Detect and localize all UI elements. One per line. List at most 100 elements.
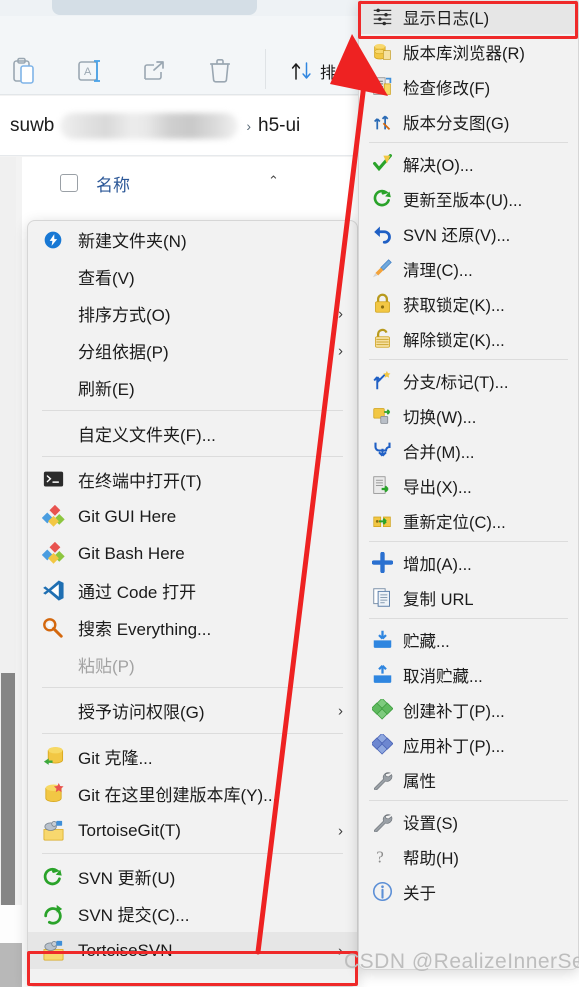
toolbar-divider: [265, 49, 266, 89]
menu-item-terminal[interactable]: 在终端中打开(T): [28, 461, 357, 498]
navigation-scrollbar-track[interactable]: [0, 157, 16, 987]
menu-item-label: 在终端中打开(T): [78, 472, 202, 491]
menu-separator: [369, 541, 568, 542]
refresh-icon: [38, 375, 68, 401]
menu-item-sort-by[interactable]: 排序方式(O) ›: [28, 295, 357, 332]
unshelve-icon: [369, 662, 395, 688]
menu-item-label: Git Bash Here: [78, 543, 185, 563]
paste-icon[interactable]: [6, 54, 44, 88]
menu-item-create-patch[interactable]: 创建补丁(P)...: [359, 692, 578, 727]
menu-separator: [369, 142, 568, 143]
menu-item-git-bash[interactable]: Git Bash Here: [28, 535, 357, 572]
menu-item-label: 版本库浏览器(R): [403, 44, 525, 63]
paste-menu-icon: [38, 652, 68, 678]
menu-item-add[interactable]: 增加(A)...: [359, 545, 578, 580]
menu-item-export[interactable]: 导出(X)...: [359, 468, 578, 503]
chevron-right-icon: ›: [338, 305, 343, 322]
menu-item-shelve[interactable]: 贮藏...: [359, 622, 578, 657]
view-icon: [38, 264, 68, 290]
menu-item-git-gui[interactable]: Git GUI Here: [28, 498, 357, 535]
menu-item-label: TortoiseSVN: [78, 940, 173, 960]
menu-item-refresh[interactable]: 刷新(E): [28, 369, 357, 406]
menu-item-get-lock[interactable]: 获取锁定(K)...: [359, 286, 578, 321]
git-clone-icon: [38, 744, 68, 770]
group-by-icon: [38, 338, 68, 364]
context-menu[interactable]: 新建文件夹(N) 查看(V) › 排序方式(O) › 分组依据(P) › 刷新(E) 自定义文件…: [27, 220, 358, 987]
menu-item-new-folder[interactable]: 新建文件夹(N): [28, 221, 357, 258]
menu-item-label: SVN 更新(U): [78, 869, 176, 888]
menu-item-svn-revert[interactable]: SVN 还原(V)...: [359, 216, 578, 251]
everything-search-icon: [38, 615, 68, 641]
menu-item-settings[interactable]: 设置(S): [359, 804, 578, 839]
svn-commit-icon: [38, 901, 68, 927]
tortoisesvn-submenu[interactable]: 显示日志(L) 版本库浏览器(R) 检查修改(F) 版本分支图(G) 解决(O)... 更…: [358, 0, 579, 970]
menu-item-check-modifications[interactable]: 检查修改(F): [359, 69, 578, 104]
select-all-checkbox[interactable]: [60, 174, 78, 192]
menu-separator: [369, 800, 568, 801]
menu-item-view[interactable]: 查看(V) ›: [28, 258, 357, 295]
menu-item-unshelve[interactable]: 取消贮藏...: [359, 657, 578, 692]
menu-item-switch[interactable]: 切换(W)...: [359, 398, 578, 433]
menu-separator: [369, 618, 568, 619]
menu-item-grant-access[interactable]: 授予访问权限(G) ›: [28, 692, 357, 729]
menu-item-group-by[interactable]: 分组依据(P) ›: [28, 332, 357, 369]
help-icon: ?: [369, 844, 395, 870]
menu-item-properties[interactable]: 属性: [359, 762, 578, 797]
menu-item-help[interactable]: ? 帮助(H): [359, 839, 578, 874]
menu-item-show-log[interactable]: 显示日志(L): [359, 0, 578, 34]
menu-item-label: 解决(O)...: [403, 156, 474, 175]
shelve-icon: [369, 627, 395, 653]
menu-item-customize-folder[interactable]: 自定义文件夹(F)...: [28, 415, 357, 452]
menu-item-svn-update[interactable]: SVN 更新(U): [28, 858, 357, 895]
svg-text:?: ?: [376, 848, 383, 867]
menu-item-resolve[interactable]: 解决(O)...: [359, 146, 578, 181]
menu-item-label: Git 在这里创建版本库(Y)...: [78, 786, 278, 805]
menu-item-label: 应用补丁(P)...: [403, 737, 505, 756]
menu-item-about[interactable]: 关于: [359, 874, 578, 909]
sort-button[interactable]: 排: [290, 54, 336, 88]
menu-item-label: 复制 URL: [403, 590, 474, 609]
rename-icon[interactable]: A: [71, 54, 109, 88]
menu-item-label: 获取锁定(K)...: [403, 296, 505, 315]
menu-item-tortoisegit[interactable]: TortoiseGit(T) ›: [28, 812, 357, 849]
menu-item-git-clone[interactable]: Git 克隆...: [28, 738, 357, 775]
menu-item-revision-graph[interactable]: 版本分支图(G): [359, 104, 578, 139]
git-create-repo-icon: [38, 781, 68, 807]
menu-separator: [369, 359, 568, 360]
menu-item-branch-tag[interactable]: 分支/标记(T)...: [359, 363, 578, 398]
menu-item-apply-patch[interactable]: 应用补丁(P)...: [359, 727, 578, 762]
menu-item-merge[interactable]: 合并(M)...: [359, 433, 578, 468]
switch-icon: [369, 403, 395, 429]
breadcrumb-redacted-segment[interactable]: [60, 112, 239, 139]
sort-ascending-caret-icon: ⌃: [268, 173, 279, 188]
menu-item-label: SVN 还原(V)...: [403, 226, 511, 245]
show-log-icon: [369, 4, 395, 30]
breadcrumb-item-root[interactable]: suwb: [10, 115, 54, 137]
menu-item-label: 切换(W)...: [403, 408, 477, 427]
explorer-tab[interactable]: [52, 0, 257, 15]
delete-icon[interactable]: [201, 54, 239, 88]
menu-item-release-lock[interactable]: 解除锁定(K)...: [359, 321, 578, 356]
status-bar-corner: [0, 943, 22, 987]
menu-item-cleanup[interactable]: 清理(C)...: [359, 251, 578, 286]
menu-item-svn-commit[interactable]: SVN 提交(C)...: [28, 895, 357, 932]
menu-item-update-to-revision[interactable]: 更新至版本(U)...: [359, 181, 578, 216]
menu-item-everything-search[interactable]: 搜索 Everything...: [28, 609, 357, 646]
menu-item-relocate[interactable]: 重新定位(C)...: [359, 503, 578, 538]
menu-item-label: 排序方式(O): [78, 306, 171, 325]
menu-item-label: Git GUI Here: [78, 506, 177, 526]
menu-item-copy-url[interactable]: 复制 URL: [359, 580, 578, 615]
column-header-name[interactable]: 名称: [96, 171, 130, 196]
menu-item-vscode[interactable]: 通过 Code 打开: [28, 572, 357, 609]
menu-item-repo-browser[interactable]: 版本库浏览器(R): [359, 34, 578, 69]
breadcrumb-item-current[interactable]: h5-ui: [258, 115, 300, 137]
get-lock-icon: [369, 291, 395, 317]
properties-icon: [369, 767, 395, 793]
menu-item-label: 分支/标记(T)...: [403, 373, 509, 392]
git-bash-icon: [38, 541, 68, 567]
share-icon[interactable]: [136, 54, 174, 88]
menu-item-tortoisesvn[interactable]: TortoiseSVN ›: [28, 932, 357, 969]
apply-patch-icon: [369, 732, 395, 758]
menu-item-git-create-repo[interactable]: Git 在这里创建版本库(Y)...: [28, 775, 357, 812]
relocate-icon: [369, 508, 395, 534]
